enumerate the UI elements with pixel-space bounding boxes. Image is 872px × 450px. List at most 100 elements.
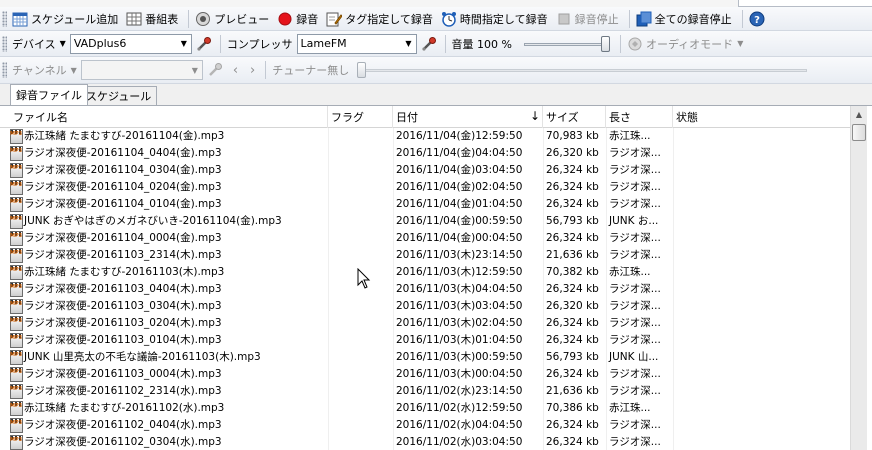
cell-text: 26,320 kb (546, 147, 599, 159)
wrench-settings-icon[interactable] (196, 36, 212, 52)
table-row[interactable]: ラジオ深夜便-20161103_0004(木).mp3 2016/11/03(木)… (0, 366, 850, 383)
table-row[interactable]: ラジオ深夜便-20161102_2314(水).mp3 2016/11/02(水)… (0, 383, 850, 400)
search-box[interactable] (738, 0, 872, 7)
table-row[interactable]: ラジオ深夜便-20161103_0304(木).mp3 2016/11/03(木)… (0, 298, 850, 315)
cell-name: 赤江珠緒 たまむすび-20161104(金).mp3 (10, 128, 328, 145)
cell-size: 26,324 kb (543, 332, 606, 349)
add-schedule-button[interactable]: スケジュール追加 (10, 9, 120, 29)
help-button[interactable]: ? (747, 9, 770, 29)
table-row[interactable]: ラジオ深夜便-20161103_0404(木).mp3 2016/11/03(木)… (0, 281, 850, 298)
cell-length: 赤江珠... (606, 264, 673, 281)
cell-text: 26,324 kb (546, 419, 599, 431)
cell-length: ラジオ深... (606, 145, 673, 162)
cell-text: 26,324 kb (546, 334, 599, 346)
cell-date: 2016/11/04(金)02:04:50 (393, 179, 543, 196)
table-row[interactable]: JUNK 山里亮太の不毛な議論-20161103(木).mp3 2016/11/0… (0, 349, 850, 366)
audio-mode-button[interactable]: オーディオモード ▼ (625, 34, 745, 54)
cell-status (673, 179, 850, 196)
chevron-left-icon[interactable]: ‹ (233, 63, 238, 78)
device-select[interactable]: VADplus6 ▼ (69, 33, 192, 54)
volume-slider-thumb[interactable] (600, 35, 610, 52)
table-row[interactable]: ラジオ深夜便-20161104_0404(金).mp3 2016/11/04(金)… (0, 145, 850, 162)
cell-text: 70,983 kb (546, 130, 599, 142)
cell-date: 2016/11/03(木)12:59:50 (393, 264, 543, 281)
device-select-value: VADplus6 (73, 37, 127, 50)
cell-name: 赤江珠緒 たまむすび-20161102(水).mp3 (10, 400, 328, 417)
tab-schedule[interactable]: スケジュール (80, 86, 158, 105)
device-toolbar: デバイス ▼ VADplus6 ▼ コンプレッサ LameFM ▼ 音量 100… (0, 31, 872, 57)
table-row[interactable]: JUNK おぎやはぎのメガネびいき-20161104(金).mp3 2016/11… (0, 213, 850, 230)
tag-record-button[interactable]: タグ指定して録音 (324, 9, 435, 29)
chevron-right-icon[interactable]: › (250, 63, 255, 78)
tuner-slider-thumb[interactable] (357, 62, 367, 78)
cell-length: JUNK 山... (606, 349, 673, 366)
record-icon (277, 11, 293, 27)
table-row[interactable]: 赤江珠緒 たまむすび-20161103(木).mp3 2016/11/03(木)1… (0, 264, 850, 281)
stop-record-button[interactable]: 録音停止 (554, 9, 621, 29)
column-header-filename[interactable]: ファイル名 (10, 106, 328, 128)
cell-name: ラジオ深夜便-20161102_0404(水).mp3 (10, 417, 328, 434)
column-header-flag[interactable]: フラグ (328, 106, 393, 128)
cell-text: ラジオ深... (609, 198, 661, 210)
table-row[interactable]: ラジオ深夜便-20161104_0204(金).mp3 2016/11/04(金)… (0, 179, 850, 196)
cell-length: ラジオ深... (606, 417, 673, 434)
tag-record-label: タグ指定して録音 (345, 12, 433, 26)
tab-recorded-files[interactable]: 録音ファイル (10, 84, 88, 105)
cell-flag (328, 298, 393, 315)
column-header-status[interactable]: 状態 (673, 106, 850, 128)
device-menu-arrow-icon[interactable]: ▼ (60, 39, 66, 48)
cell-name: ラジオ深夜便-20161104_0004(金).mp3 (10, 230, 328, 247)
wrench-settings-icon[interactable] (207, 62, 223, 78)
compressor-select[interactable]: LameFM ▼ (296, 33, 417, 54)
toolbar-grip[interactable] (2, 62, 7, 78)
wrench-settings-icon[interactable] (421, 36, 437, 52)
cell-status (673, 128, 850, 145)
cell-date: 2016/11/04(金)00:59:50 (393, 213, 543, 230)
channel-menu-arrow-icon[interactable]: ▼ (71, 66, 77, 75)
column-header-date[interactable]: 日付 (393, 106, 543, 128)
table-row[interactable]: ラジオ深夜便-20161102_0404(水).mp3 2016/11/02(水)… (0, 417, 850, 434)
tuner-slider[interactable] (357, 60, 808, 80)
table-row[interactable]: ラジオ深夜便-20161104_0104(金).mp3 2016/11/04(金)… (0, 196, 850, 213)
svg-text:?: ? (754, 15, 760, 26)
record-button[interactable]: 録音 (275, 9, 320, 29)
table-row[interactable]: ラジオ深夜便-20161102_0304(水).mp3 2016/11/02(水)… (0, 434, 850, 450)
time-record-button[interactable]: 時間指定して録音 (439, 9, 550, 29)
column-header-label: 日付 (396, 111, 418, 124)
cell-text: 26,324 kb (546, 181, 599, 193)
scroll-up-arrow-icon[interactable]: ▲ (851, 106, 867, 123)
stop-record-label: 録音停止 (574, 12, 619, 26)
table-row[interactable]: ラジオ深夜便-20161103_0104(木).mp3 2016/11/03(木)… (0, 332, 850, 349)
volume-slider[interactable] (523, 34, 610, 54)
mp3-file-icon (10, 417, 23, 433)
stop-all-button[interactable]: 全ての録音停止 (634, 9, 734, 29)
table-row[interactable]: ラジオ深夜便-20161104_0004(金).mp3 2016/11/04(金)… (0, 230, 850, 247)
mp3-file-icon (10, 315, 23, 331)
column-header-size[interactable]: サイズ (543, 106, 606, 128)
chevron-down-icon: ▼ (737, 39, 744, 48)
cell-text: ラジオ深夜便-20161104_0004(金).mp3 (24, 232, 222, 244)
table-row[interactable]: ラジオ深夜便-20161103_0204(木).mp3 2016/11/03(木)… (0, 315, 850, 332)
preview-button[interactable]: プレビュー (193, 9, 271, 29)
channel-select[interactable]: ▼ (80, 60, 203, 80)
toolbar-grip[interactable] (2, 10, 7, 27)
column-header-length[interactable]: 長さ (606, 106, 673, 128)
cell-text: 21,636 kb (546, 249, 599, 261)
cell-text: 赤江珠... (609, 130, 651, 142)
table-row[interactable]: ラジオ深夜便-20161104_0304(金).mp3 2016/11/04(金)… (0, 162, 850, 179)
table-row[interactable]: ラジオ深夜便-20161103_2314(木).mp3 2016/11/03(木)… (0, 247, 850, 264)
vertical-scrollbar[interactable]: ▲ (850, 106, 867, 450)
table-row[interactable]: 赤江珠緒 たまむすび-20161104(金).mp3 2016/11/04(金)1… (0, 128, 850, 145)
column-header-label: 長さ (609, 111, 631, 124)
cell-date: 2016/11/02(水)03:04:50 (393, 434, 543, 450)
mp3-file-icon (10, 298, 23, 314)
toolbar-separator (444, 34, 446, 53)
cell-length: ラジオ深... (606, 247, 673, 264)
cell-text: 21,636 kb (546, 385, 599, 397)
cell-text: 2016/11/03(木)03:04:50 (396, 300, 523, 312)
table-row[interactable]: 赤江珠緒 たまむすび-20161102(水).mp3 2016/11/02(水)1… (0, 400, 850, 417)
scrollbar-thumb[interactable] (852, 124, 866, 141)
cell-name: ラジオ深夜便-20161103_0004(木).mp3 (10, 366, 328, 383)
program-table-button[interactable]: 番組表 (124, 9, 180, 29)
toolbar-grip[interactable] (2, 35, 7, 52)
